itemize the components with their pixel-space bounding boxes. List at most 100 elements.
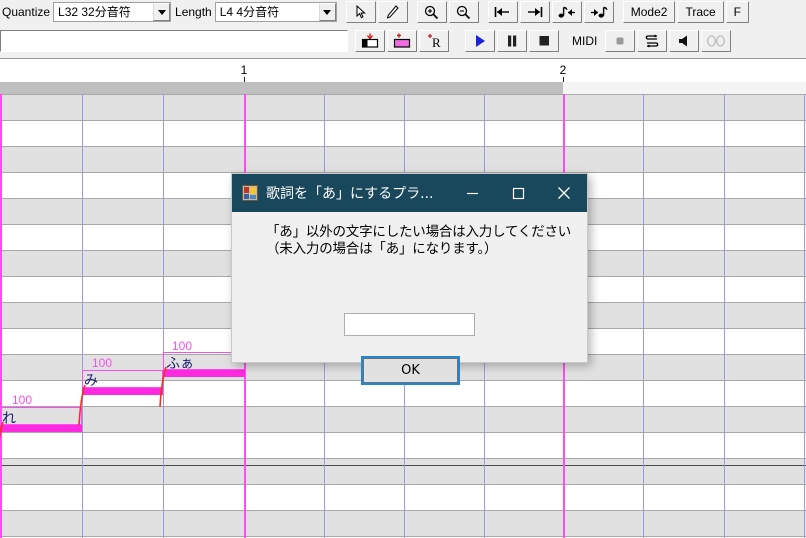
beat-gridline (82, 94, 83, 538)
pitch-divider-line (0, 536, 806, 537)
measure-gridline (0, 94, 2, 538)
play-button[interactable] (465, 30, 495, 52)
length-combobox[interactable]: L4 4分音符 (214, 2, 337, 22)
pitch-bend-line (0, 421, 10, 463)
quantize-combobox[interactable]: L32 32分音符 (53, 2, 172, 22)
toolbar-row-secondary: R MIDI (0, 24, 806, 58)
pause-button[interactable] (497, 30, 527, 52)
insert-r-icon: R (424, 33, 444, 49)
chevron-down-icon[interactable] (153, 3, 171, 21)
pitch-divider-line (0, 94, 806, 95)
pitch-row[interactable] (0, 406, 806, 432)
note-next-icon (590, 6, 608, 19)
measure-number: 1 (240, 63, 248, 77)
pitch-row[interactable] (0, 484, 806, 510)
cursor-arrow-icon (355, 5, 367, 19)
note-velocity-label: 100 (172, 339, 193, 353)
pitch-divider-line (0, 458, 806, 459)
dialog-title: 歌詞を「あ」にするプラ... (266, 186, 434, 202)
insert-note-icon (392, 33, 412, 49)
note-prev-icon (558, 6, 576, 19)
insert-rest-icon (360, 33, 380, 49)
lyric-entry-field[interactable] (0, 30, 348, 52)
piano-roll-application: Quantize L32 32分音符 Length L4 4分音符 Mode2 … (0, 0, 806, 538)
next-note-button[interactable] (583, 1, 614, 23)
insert-rest-button[interactable] (355, 30, 385, 52)
midi-route-button[interactable] (637, 30, 668, 52)
dialog-body: 「あ」以外の文字にしたい場合は入力してください （未入力の場合は「あ」になります… (232, 212, 587, 383)
pitch-bend-line (76, 384, 92, 426)
pitch-divider-line (0, 510, 806, 511)
zoom-in-icon (424, 5, 439, 20)
minimize-icon[interactable] (449, 174, 495, 212)
play-icon (474, 34, 486, 48)
svg-text:R: R (432, 35, 441, 49)
record-icon (614, 35, 626, 47)
pitch-divider-line (0, 406, 806, 407)
pitch-divider-line (0, 120, 806, 121)
toolbar-row-primary: Quantize L32 32分音符 Length L4 4分音符 Mode2 … (0, 0, 806, 24)
quantize-value: L32 32分音符 (54, 3, 154, 21)
length-value: L4 4分音符 (215, 3, 319, 21)
chevron-down-icon[interactable] (318, 3, 336, 21)
pitch-divider-line (0, 146, 806, 147)
ok-button[interactable]: OK (363, 358, 458, 383)
app-window-icon (242, 185, 258, 201)
length-label: Length (175, 5, 212, 19)
scroll-thumb[interactable] (0, 82, 563, 94)
zoom-out-icon (456, 5, 471, 20)
speaker-button[interactable] (669, 30, 700, 52)
note-bar[interactable] (82, 388, 163, 395)
pitch-row[interactable] (0, 120, 806, 146)
jump-to-start-icon (494, 6, 511, 18)
note-velocity-label: 100 (12, 393, 33, 407)
previous-note-button[interactable] (551, 1, 582, 23)
pitch-row[interactable] (0, 146, 806, 172)
beat-gridline (724, 94, 725, 538)
pitch-divider-line (0, 432, 806, 433)
dialog-message: 「あ」以外の文字にしたい場合は入力してください （未入力の場合は「あ」になります… (266, 224, 572, 257)
octave-divider-line (0, 465, 806, 466)
cursor-tool-button[interactable] (345, 1, 376, 23)
pitch-row[interactable] (0, 458, 806, 484)
pitch-divider-line (0, 484, 806, 485)
lyric-text-input[interactable] (344, 313, 475, 336)
dialog-titlebar[interactable]: 歌詞を「あ」にするプラ... (232, 174, 587, 212)
measure-ruler[interactable]: 12 (0, 58, 806, 82)
pencil-tool-button[interactable] (377, 1, 408, 23)
record-button[interactable] (605, 30, 636, 52)
insert-note-button[interactable] (387, 30, 417, 52)
zoom-out-button[interactable] (448, 1, 479, 23)
beat-gridline (804, 94, 805, 538)
jump-to-end-icon (526, 6, 543, 18)
midi-route-icon (644, 33, 660, 49)
overflow-button[interactable]: F (725, 1, 750, 23)
stop-icon (538, 34, 550, 48)
pencil-icon (386, 5, 399, 19)
pitch-row[interactable] (0, 510, 806, 536)
beat-gridline (163, 94, 164, 538)
stop-button[interactable] (529, 30, 559, 52)
horizontal-scroll-strip[interactable] (0, 82, 806, 94)
close-icon[interactable] (541, 174, 587, 212)
glasses-button (701, 30, 732, 52)
speaker-icon (677, 34, 691, 48)
mode-button[interactable]: Mode2 (622, 1, 676, 23)
measure-number: 2 (559, 63, 567, 77)
lyric-plugin-dialog: 歌詞を「あ」にするプラ... 「あ」以外の文字にしたい場合は入力してください （… (231, 173, 588, 383)
note-velocity-label: 100 (92, 356, 113, 370)
insert-r-button[interactable]: R (419, 30, 449, 52)
pitch-bend-line (157, 366, 173, 408)
pitch-row[interactable] (0, 94, 806, 120)
jump-to-end-button[interactable] (519, 1, 550, 23)
pitch-row[interactable] (0, 432, 806, 458)
zoom-in-button[interactable] (416, 1, 447, 23)
quantize-label: Quantize (2, 5, 51, 19)
pause-icon (506, 34, 518, 48)
jump-to-start-button[interactable] (487, 1, 518, 23)
glasses-icon (706, 34, 726, 48)
midi-label: MIDI (572, 34, 598, 48)
beat-gridline (643, 94, 644, 538)
maximize-icon[interactable] (495, 174, 541, 212)
trace-button[interactable]: Trace (677, 1, 724, 23)
